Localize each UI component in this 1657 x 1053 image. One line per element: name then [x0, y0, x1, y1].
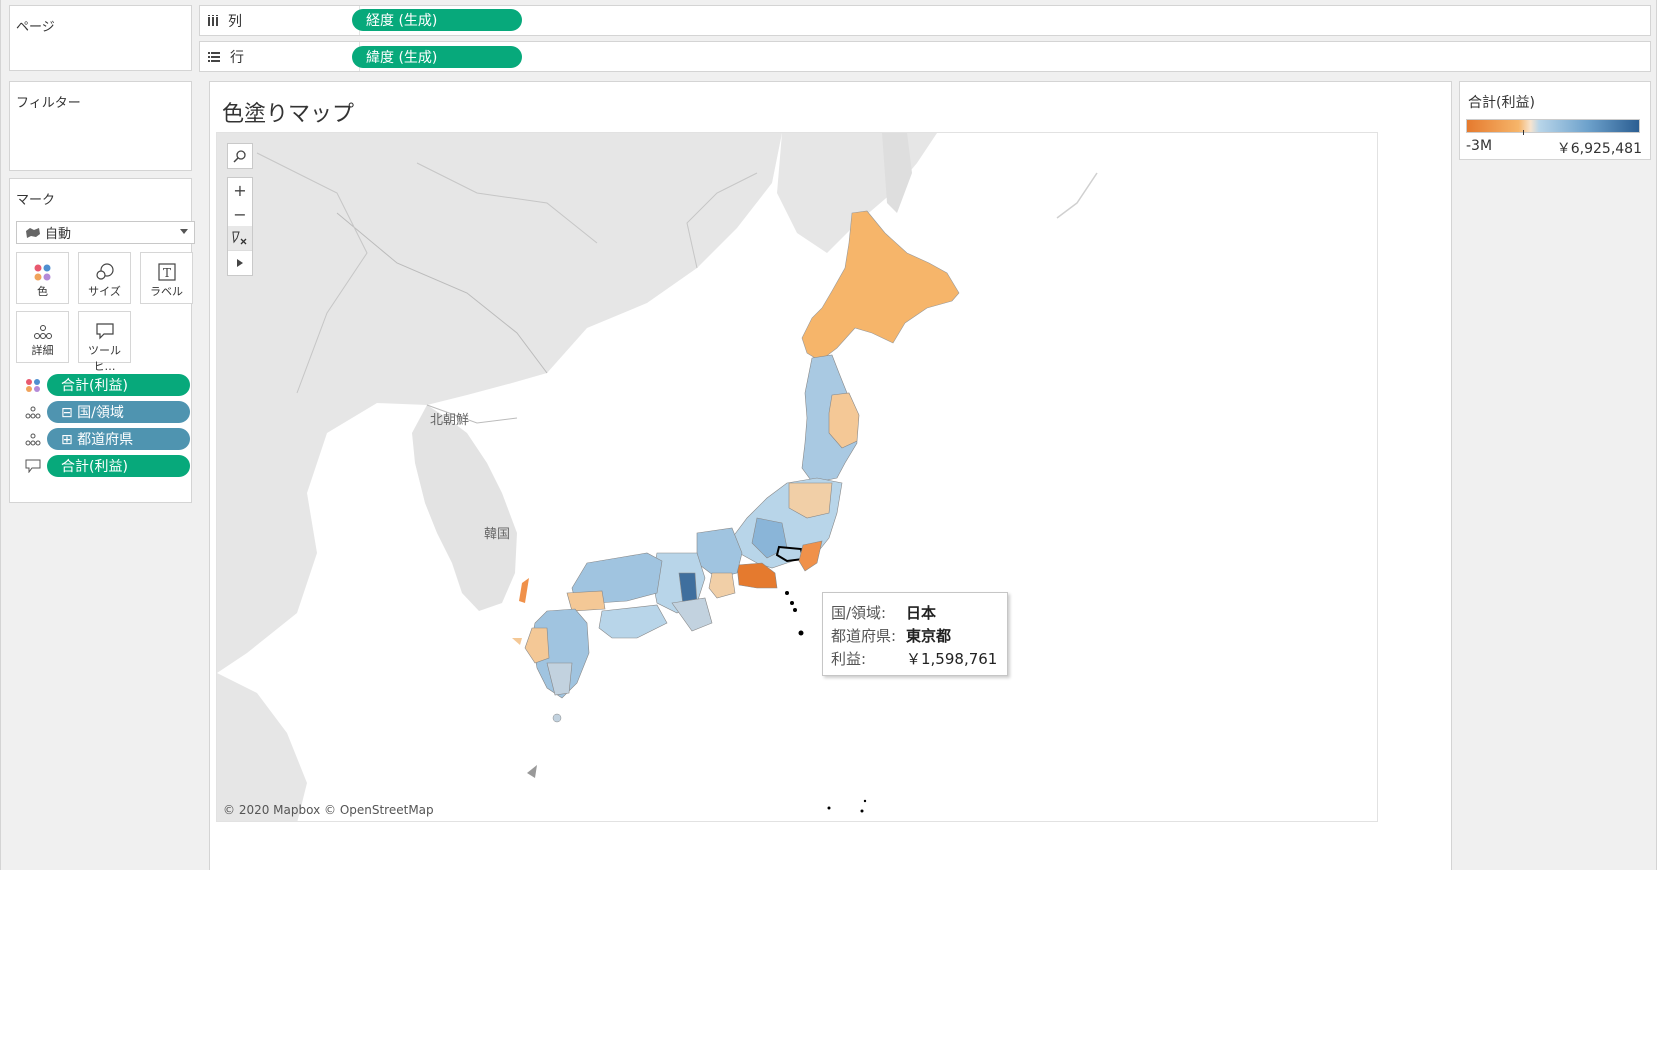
- detail-encoding-icon: [25, 433, 41, 446]
- chevron-down-icon: [180, 229, 188, 234]
- tooltip-profit-value: ￥1,598,761: [906, 650, 998, 668]
- columns-label: 列: [228, 13, 242, 30]
- tooltip-country-row: 国/領域: 日本: [831, 602, 999, 625]
- tooltip-encoding-icon: [25, 459, 41, 473]
- latitude-pill[interactable]: 緯度 (生成): [352, 46, 522, 68]
- profit-sum-color-pill[interactable]: 合計(利益): [47, 374, 190, 396]
- color-button-label: 色: [37, 285, 48, 298]
- columns-icon: [208, 14, 218, 26]
- country-detail-pill[interactable]: ⊟ 国/領域: [47, 401, 190, 423]
- tooltip-field-row: 合計(利益): [25, 455, 191, 477]
- tooltip-prefecture-value: 東京都: [906, 627, 952, 645]
- filters-title: フィルター: [16, 96, 81, 111]
- map-mark-icon: [26, 227, 40, 238]
- map-search-control[interactable]: [227, 143, 253, 169]
- map-tooltip: 国/領域: 日本 都道府県: 東京都 利益: ￥1,598,761: [822, 592, 1008, 676]
- pages-card[interactable]: ページ: [9, 5, 192, 71]
- detail-encoding-icon: [25, 406, 41, 419]
- map-label-north-korea: 北朝鮮: [430, 413, 470, 428]
- size-icon: [95, 263, 114, 280]
- zoom-out-icon[interactable]: −: [228, 202, 252, 226]
- filled-map[interactable]: 北朝鮮 韓国 + − © 2020 Mapbox © OpenStreetMap: [216, 132, 1378, 822]
- tooltip-profit-row: 利益: ￥1,598,761: [831, 648, 999, 671]
- pages-title: ページ: [16, 20, 55, 35]
- expand-toolbar-icon[interactable]: [228, 250, 252, 275]
- color-encoding-icon: [26, 379, 40, 392]
- search-icon[interactable]: [228, 144, 252, 168]
- map-label-south-korea: 韓国: [484, 527, 511, 542]
- tooltip-icon: [95, 323, 114, 340]
- color-icon: [34, 264, 50, 281]
- detail-button-label: 詳細: [31, 344, 54, 357]
- svg-text:T: T: [162, 266, 170, 280]
- label-button-label: ラベル: [150, 285, 183, 298]
- text-label-icon: T: [157, 263, 176, 281]
- map-background: [217, 133, 1377, 821]
- tooltip-button[interactable]: ツールヒ…: [78, 311, 131, 373]
- legend-title: 合計(利益): [1468, 95, 1535, 111]
- profit-sum-tooltip-pill[interactable]: 合計(利益): [47, 455, 190, 477]
- columns-shelf-label-area: 列: [200, 6, 360, 35]
- tooltip-button-label: ツールヒ…: [88, 344, 121, 373]
- rows-label: 行: [230, 49, 244, 66]
- prefecture-detail-pill[interactable]: ⊞ 都道府県: [47, 428, 190, 450]
- legend-min-label: -3M: [1466, 138, 1493, 154]
- tableau-workspace: ページ 列 経度 (生成) 行 緯度 (生成) フィルター マーク 自動 色 サ…: [0, 0, 1657, 870]
- country-field-row: ⊟ 国/領域: [25, 401, 191, 423]
- detail-icon: [33, 325, 52, 339]
- viz-title: 色塗りマップ: [222, 102, 355, 127]
- tooltip-country-value: 日本: [906, 604, 937, 622]
- mark-type-value: 自動: [45, 227, 72, 242]
- legend-zero-tick: [1523, 130, 1524, 135]
- tooltip-prefecture-row: 都道府県: 東京都: [831, 625, 999, 648]
- map-attribution: © 2020 Mapbox © OpenStreetMap: [223, 803, 434, 817]
- color-button[interactable]: 色: [16, 252, 69, 304]
- label-button[interactable]: T ラベル: [140, 252, 193, 304]
- reset-map-icon[interactable]: [228, 226, 252, 250]
- legend-gradient-bar: [1466, 119, 1640, 133]
- rows-icon: [208, 51, 220, 62]
- prefecture-field-row: ⊞ 都道府県: [25, 428, 191, 450]
- map-zoom-controls: + −: [227, 177, 253, 276]
- columns-shelf[interactable]: 列 経度 (生成): [199, 5, 1651, 36]
- color-legend[interactable]: 合計(利益) -3M ￥6,925,481: [1459, 81, 1651, 160]
- size-button-label: サイズ: [88, 285, 121, 298]
- tooltip-profit-key: 利益:: [831, 650, 867, 668]
- rows-shelf-label-area: 行: [200, 42, 360, 71]
- detail-button[interactable]: 詳細: [16, 311, 69, 363]
- zoom-in-icon[interactable]: +: [228, 178, 252, 202]
- filters-card[interactable]: フィルター: [9, 81, 192, 171]
- mark-type-dropdown[interactable]: 自動: [16, 221, 195, 244]
- tooltip-country-key: 国/領域:: [831, 604, 887, 622]
- marks-title: マーク: [16, 193, 56, 208]
- size-button[interactable]: サイズ: [78, 252, 131, 304]
- rows-shelf[interactable]: 行 緯度 (生成): [199, 41, 1651, 72]
- legend-max-label: ￥6,925,481: [1556, 141, 1642, 157]
- viz-panel: 色塗りマップ 北朝鮮 韓国 + − © 2020 Mapbox © OpenSt…: [209, 81, 1452, 870]
- color-field-row: 合計(利益): [25, 374, 191, 396]
- longitude-pill[interactable]: 経度 (生成): [352, 9, 522, 31]
- tooltip-prefecture-key: 都道府県:: [831, 627, 897, 645]
